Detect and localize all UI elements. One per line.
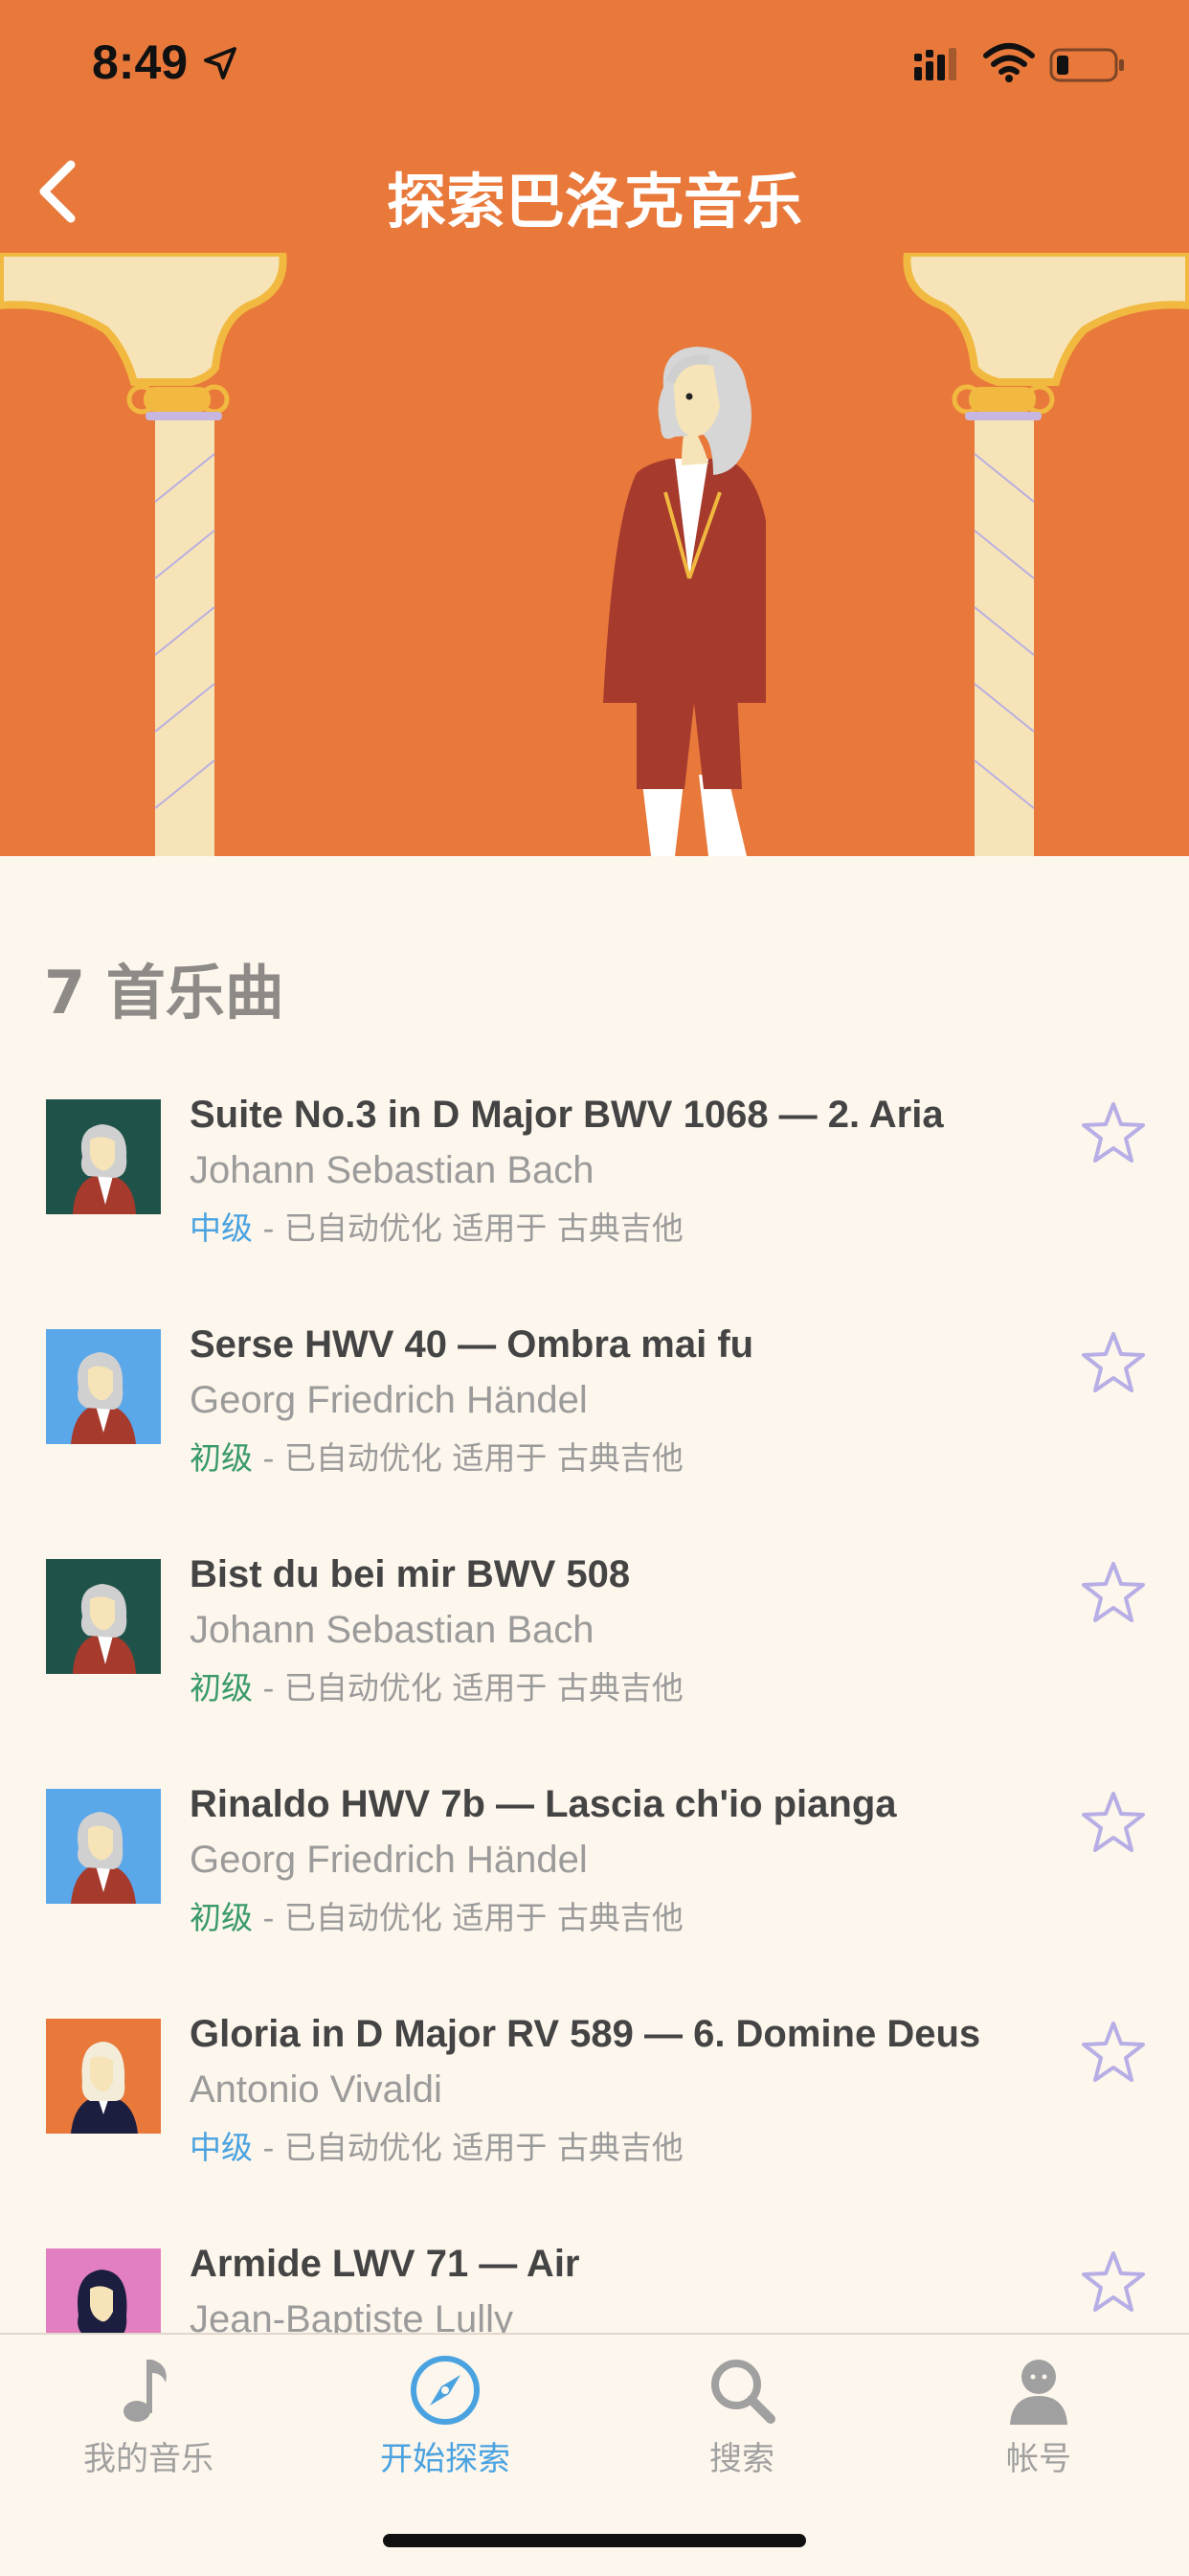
track-meta: 中级 - 已自动优化 适用于 古典吉他: [190, 2122, 684, 2168]
track-row[interactable]: Rinaldo HWV 7b — Lascia ch'io pianga Geo…: [0, 1783, 1189, 2019]
composer-thumbnail: [46, 1099, 161, 1214]
track-row[interactable]: Armide LWV 71 — Air Jean-Baptiste Lully: [0, 2243, 1189, 2333]
vivaldi-portrait: [71, 2042, 138, 2134]
track-count: 7 首乐曲: [44, 958, 284, 1028]
hero-illustration: [0, 253, 1189, 856]
star-icon[interactable]: [1080, 1329, 1147, 1396]
star-icon[interactable]: [1080, 2248, 1147, 2316]
tab-my-music[interactable]: 我的音乐: [0, 2335, 297, 2507]
home-indicator[interactable]: [383, 2534, 806, 2547]
star-icon[interactable]: [1080, 1789, 1147, 1856]
wifi-icon: [983, 43, 1035, 82]
tab-account[interactable]: 帐号: [890, 2335, 1187, 2507]
bach-portrait: [73, 1584, 136, 1674]
navigation-bar: 探索巴洛克音乐: [0, 134, 1189, 253]
battery-icon: [1049, 48, 1124, 82]
star-icon[interactable]: [1080, 1099, 1147, 1166]
track-meta-text: - 已自动优化 适用于 古典吉他: [253, 2129, 684, 2166]
track-meta-text: - 已自动优化 适用于 古典吉他: [253, 1209, 684, 1247]
compass-icon: [411, 2356, 480, 2425]
bach-portrait: [73, 1124, 136, 1214]
music-note-icon: [123, 2360, 167, 2422]
baroque-composer-illustration: [0, 253, 1189, 856]
track-composer: Johann Sebastian Bach: [190, 1609, 594, 1651]
tab-search[interactable]: 搜索: [594, 2335, 890, 2507]
track-title: Bist du bei mir BWV 508: [190, 1553, 631, 1595]
composer-thumbnail: [46, 2019, 161, 2134]
track-title: Gloria in D Major RV 589 — 6. Domine Deu…: [190, 2013, 981, 2055]
track-meta: 中级 - 已自动优化 适用于 古典吉他: [190, 1203, 684, 1249]
tab-label: 帐号: [1006, 2440, 1071, 2478]
track-composer: Jean-Baptiste Lully: [190, 2298, 513, 2333]
track-list-section: 7 首乐曲 Suite No.3 in D Major BWV 1068 — 2…: [0, 856, 1189, 2333]
track-row[interactable]: Bist du bei mir BWV 508 Johann Sebastian…: [0, 1553, 1189, 1789]
track-composer: Georg Friedrich Händel: [190, 1839, 588, 1881]
track-meta-text: - 已自动优化 适用于 古典吉他: [253, 1899, 684, 1936]
composer-thumbnail: [46, 1559, 161, 1674]
handel-portrait: [71, 1352, 136, 1444]
track-meta: 初级 - 已自动优化 适用于 古典吉他: [190, 1892, 684, 1938]
search-icon: [711, 2360, 775, 2424]
track-meta: 初级 - 已自动优化 适用于 古典吉他: [190, 1433, 684, 1479]
page-title: 探索巴洛克音乐: [386, 167, 802, 237]
tab-explore[interactable]: 开始探索: [297, 2335, 594, 2507]
star-icon[interactable]: [1080, 2019, 1147, 2086]
track-meta: 初级 - 已自动优化 适用于 古典吉他: [190, 1662, 684, 1708]
track-row[interactable]: Suite No.3 in D Major BWV 1068 — 2. Aria…: [0, 1094, 1189, 1329]
composer-thumbnail: [46, 1789, 161, 1904]
handel-portrait: [71, 1812, 136, 1904]
track-meta-text: - 已自动优化 适用于 古典吉他: [253, 1669, 684, 1706]
track-composer: Johann Sebastian Bach: [190, 1149, 594, 1191]
track-row[interactable]: Serse HWV 40 — Ombra mai fu Georg Friedr…: [0, 1323, 1189, 1559]
status-time: 8:49: [92, 35, 189, 89]
tab-label: 搜索: [709, 2440, 774, 2478]
account-icon: [1010, 2360, 1067, 2425]
difficulty-badge: 初级: [190, 1439, 253, 1477]
difficulty-badge: 初级: [190, 1899, 253, 1936]
signal-icon: [914, 48, 956, 80]
track-composer: Georg Friedrich Händel: [190, 1379, 588, 1421]
composer-thumbnail: [46, 1329, 161, 1444]
track-composer: Antonio Vivaldi: [190, 2068, 442, 2111]
lully-portrait: [78, 2270, 127, 2333]
difficulty-badge: 中级: [190, 2129, 253, 2166]
tab-label: 我的音乐: [83, 2440, 213, 2478]
track-title: Armide LWV 71 — Air: [190, 2243, 580, 2285]
track-meta-text: - 已自动优化 适用于 古典吉他: [253, 1439, 684, 1477]
star-icon[interactable]: [1080, 1559, 1147, 1626]
difficulty-badge: 中级: [190, 1209, 253, 1247]
tab-label: 开始探索: [380, 2440, 510, 2478]
track-title: Serse HWV 40 — Ombra mai fu: [190, 1323, 754, 1366]
track-title: Rinaldo HWV 7b — Lascia ch'io pianga: [190, 1783, 897, 1825]
track-row[interactable]: Gloria in D Major RV 589 — 6. Domine Deu…: [0, 2013, 1189, 2248]
track-title: Suite No.3 in D Major BWV 1068 — 2. Aria: [190, 1094, 944, 1136]
location-arrow-icon: [204, 47, 236, 79]
difficulty-badge: 初级: [190, 1669, 253, 1706]
composer-thumbnail: [46, 2248, 161, 2333]
status-bar: 8:49: [0, 0, 1189, 134]
